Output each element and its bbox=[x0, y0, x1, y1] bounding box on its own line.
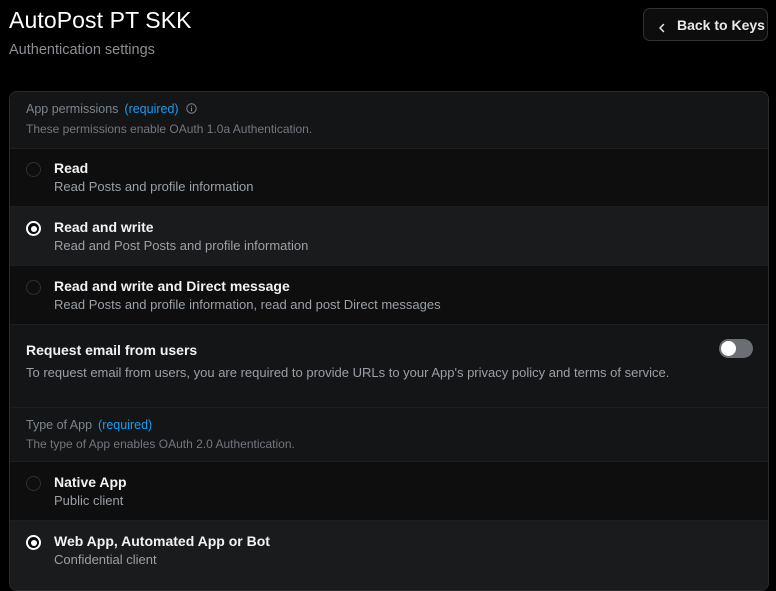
option-title: Read and write and Direct message bbox=[54, 278, 290, 294]
chevron-left-icon bbox=[658, 20, 666, 32]
back-to-keys-label: Back to Keys bbox=[677, 16, 765, 33]
page-header: AutoPost PT SKK Authentication settings … bbox=[0, 0, 776, 92]
type-of-app-header: Type of App (required) The type of App en… bbox=[10, 407, 768, 461]
permission-option-read-write-dm[interactable]: Read and write and Direct message Read P… bbox=[10, 265, 768, 324]
option-title: Read bbox=[54, 160, 89, 176]
native-app-radio[interactable] bbox=[26, 476, 41, 491]
required-tag: (required) bbox=[98, 418, 153, 432]
web-app-radio[interactable] bbox=[26, 535, 41, 550]
permission-option-read[interactable]: Read Read Posts and profile information bbox=[10, 148, 768, 206]
option-title: Web App, Automated App or Bot bbox=[54, 533, 270, 549]
required-tag: (required) bbox=[124, 102, 179, 116]
option-title: Read and write bbox=[54, 219, 154, 235]
back-to-keys-button[interactable]: Back to Keys bbox=[643, 8, 768, 41]
option-description: Read and Post Posts and profile informat… bbox=[54, 238, 309, 253]
info-icon[interactable] bbox=[185, 103, 197, 114]
app-permissions-header: App permissions (required) These permissi… bbox=[10, 92, 768, 148]
page-subtitle: Authentication settings bbox=[9, 42, 155, 58]
toggle-knob bbox=[721, 341, 736, 356]
request-email-toggle[interactable] bbox=[719, 339, 753, 358]
read-write-dm-radio[interactable] bbox=[26, 280, 41, 295]
option-description: Read Posts and profile information bbox=[54, 179, 254, 194]
app-type-option-native[interactable]: Native App Public client bbox=[10, 461, 768, 520]
option-description: Read Posts and profile information, read… bbox=[54, 297, 441, 312]
app-type-option-web[interactable]: Web App, Automated App or Bot Confidenti… bbox=[10, 520, 768, 590]
app-permissions-label: App permissions (required) bbox=[26, 102, 197, 116]
authentication-settings-panel: App permissions (required) These permissi… bbox=[9, 91, 769, 591]
request-email-title: Request email from users bbox=[26, 342, 198, 358]
read-radio[interactable] bbox=[26, 162, 41, 177]
request-email-description: To request email from users, you are req… bbox=[26, 365, 670, 380]
type-of-app-label: Type of App (required) bbox=[26, 418, 152, 432]
option-description: Confidential client bbox=[54, 552, 157, 567]
read-write-radio[interactable] bbox=[26, 221, 41, 236]
permission-option-read-write[interactable]: Read and write Read and Post Posts and p… bbox=[10, 206, 768, 265]
option-description: Public client bbox=[54, 493, 124, 508]
request-email-row: Request email from users To request emai… bbox=[10, 324, 768, 407]
type-of-app-description: The type of App enables OAuth 2.0 Authen… bbox=[26, 437, 295, 451]
page-title: AutoPost PT SKK bbox=[9, 7, 192, 33]
option-title: Native App bbox=[54, 474, 127, 490]
type-of-app-label-text: Type of App bbox=[26, 418, 93, 432]
app-permissions-label-text: App permissions bbox=[26, 102, 119, 116]
app-permissions-description: These permissions enable OAuth 1.0a Auth… bbox=[26, 122, 313, 136]
